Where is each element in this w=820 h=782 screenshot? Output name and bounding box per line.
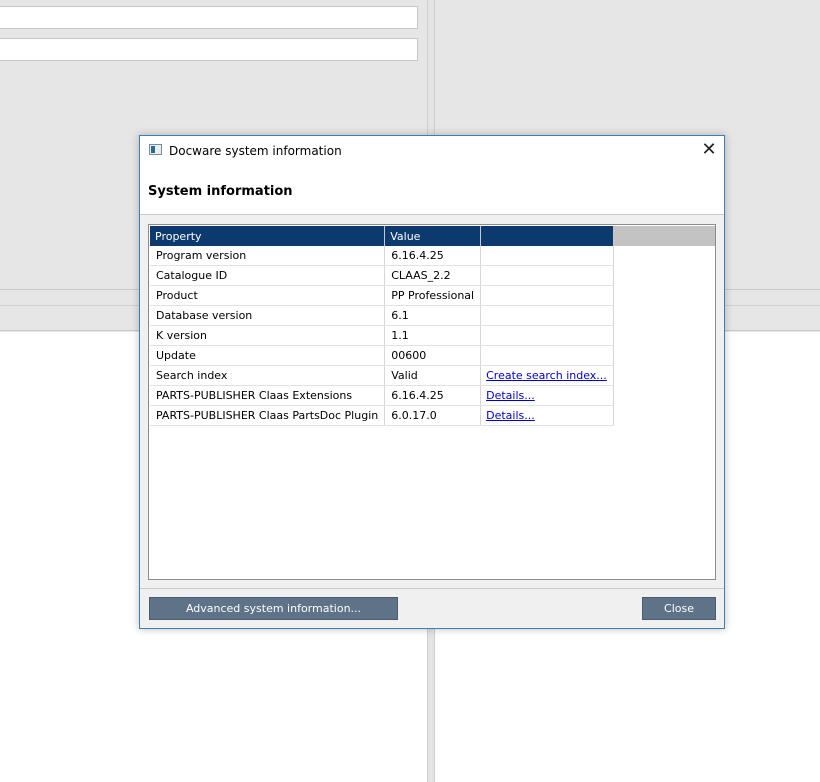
background-input-2[interactable]	[0, 38, 418, 61]
column-header-action[interactable]	[480, 226, 614, 246]
table-row[interactable]: K version 1.1	[150, 325, 715, 346]
property-cell: PARTS-PUBLISHER Claas PartsDoc Plugin	[150, 405, 386, 426]
dialog-titlebar[interactable]: Docware system information ✕	[140, 136, 724, 166]
action-cell	[480, 285, 614, 306]
table-row[interactable]: Product PP Professional	[150, 285, 715, 306]
close-icon[interactable]: ✕	[694, 136, 724, 166]
table-row[interactable]: Program version 6.16.4.25	[150, 246, 715, 266]
action-link[interactable]: Details...	[480, 385, 614, 406]
property-cell: PARTS-PUBLISHER Claas Extensions	[150, 385, 386, 406]
column-header-filler	[613, 226, 715, 246]
properties-panel: Property Value Program version 6.16.4.25 C…	[148, 224, 716, 580]
action-cell	[480, 305, 614, 326]
table-row[interactable]: Catalogue ID CLAAS_2.2	[150, 265, 715, 286]
action-cell	[480, 345, 614, 366]
action-cell	[480, 246, 614, 266]
table-row[interactable]: PARTS-PUBLISHER Claas Extensions 6.16.4.2…	[150, 385, 715, 406]
action-link[interactable]: Details...	[480, 405, 614, 426]
action-cell	[480, 325, 614, 346]
properties-table: Property Value Program version 6.16.4.25 C…	[150, 226, 715, 426]
property-cell: Product	[150, 285, 386, 306]
property-cell: Search index	[150, 365, 386, 386]
advanced-system-info-button[interactable]: Advanced system information...	[149, 597, 398, 620]
footer-divider	[140, 588, 724, 589]
dialog-heading: System information	[148, 184, 293, 199]
dialog-title: Docware system information	[169, 144, 342, 158]
table-row[interactable]: Search index Valid Create search index...	[150, 365, 715, 386]
value-cell: 6.0.17.0	[384, 405, 482, 426]
background-input-1[interactable]	[0, 6, 418, 29]
value-cell: PP Professional	[384, 285, 482, 306]
table-row[interactable]: Update 00600	[150, 345, 715, 366]
property-cell: Catalogue ID	[150, 265, 386, 286]
table-row[interactable]: Database version 6.1	[150, 305, 715, 326]
action-cell	[480, 265, 614, 286]
value-cell: 1.1	[384, 325, 482, 346]
value-cell: 6.16.4.25	[384, 246, 482, 266]
value-cell: 6.1	[384, 305, 482, 326]
value-cell: 00600	[384, 345, 482, 366]
action-link[interactable]: Create search index...	[480, 365, 614, 386]
table-row[interactable]: PARTS-PUBLISHER Claas PartsDoc Plugin 6.0…	[150, 405, 715, 426]
value-cell: CLAAS_2.2	[384, 265, 482, 286]
dialog-header: System information	[140, 166, 724, 215]
column-header-value[interactable]: Value	[384, 226, 482, 246]
close-button[interactable]: Close	[642, 597, 716, 620]
column-header-property[interactable]: Property	[150, 226, 386, 246]
table-header-row: Property Value	[150, 226, 715, 246]
value-cell: 6.16.4.25	[384, 385, 482, 406]
property-cell: K version	[150, 325, 386, 346]
property-cell: Program version	[150, 246, 386, 266]
system-info-dialog: Docware system information ✕ System info…	[139, 135, 725, 629]
property-cell: Database version	[150, 305, 386, 326]
property-cell: Update	[150, 345, 386, 366]
value-cell: Valid	[384, 365, 482, 386]
app-icon	[149, 144, 162, 155]
